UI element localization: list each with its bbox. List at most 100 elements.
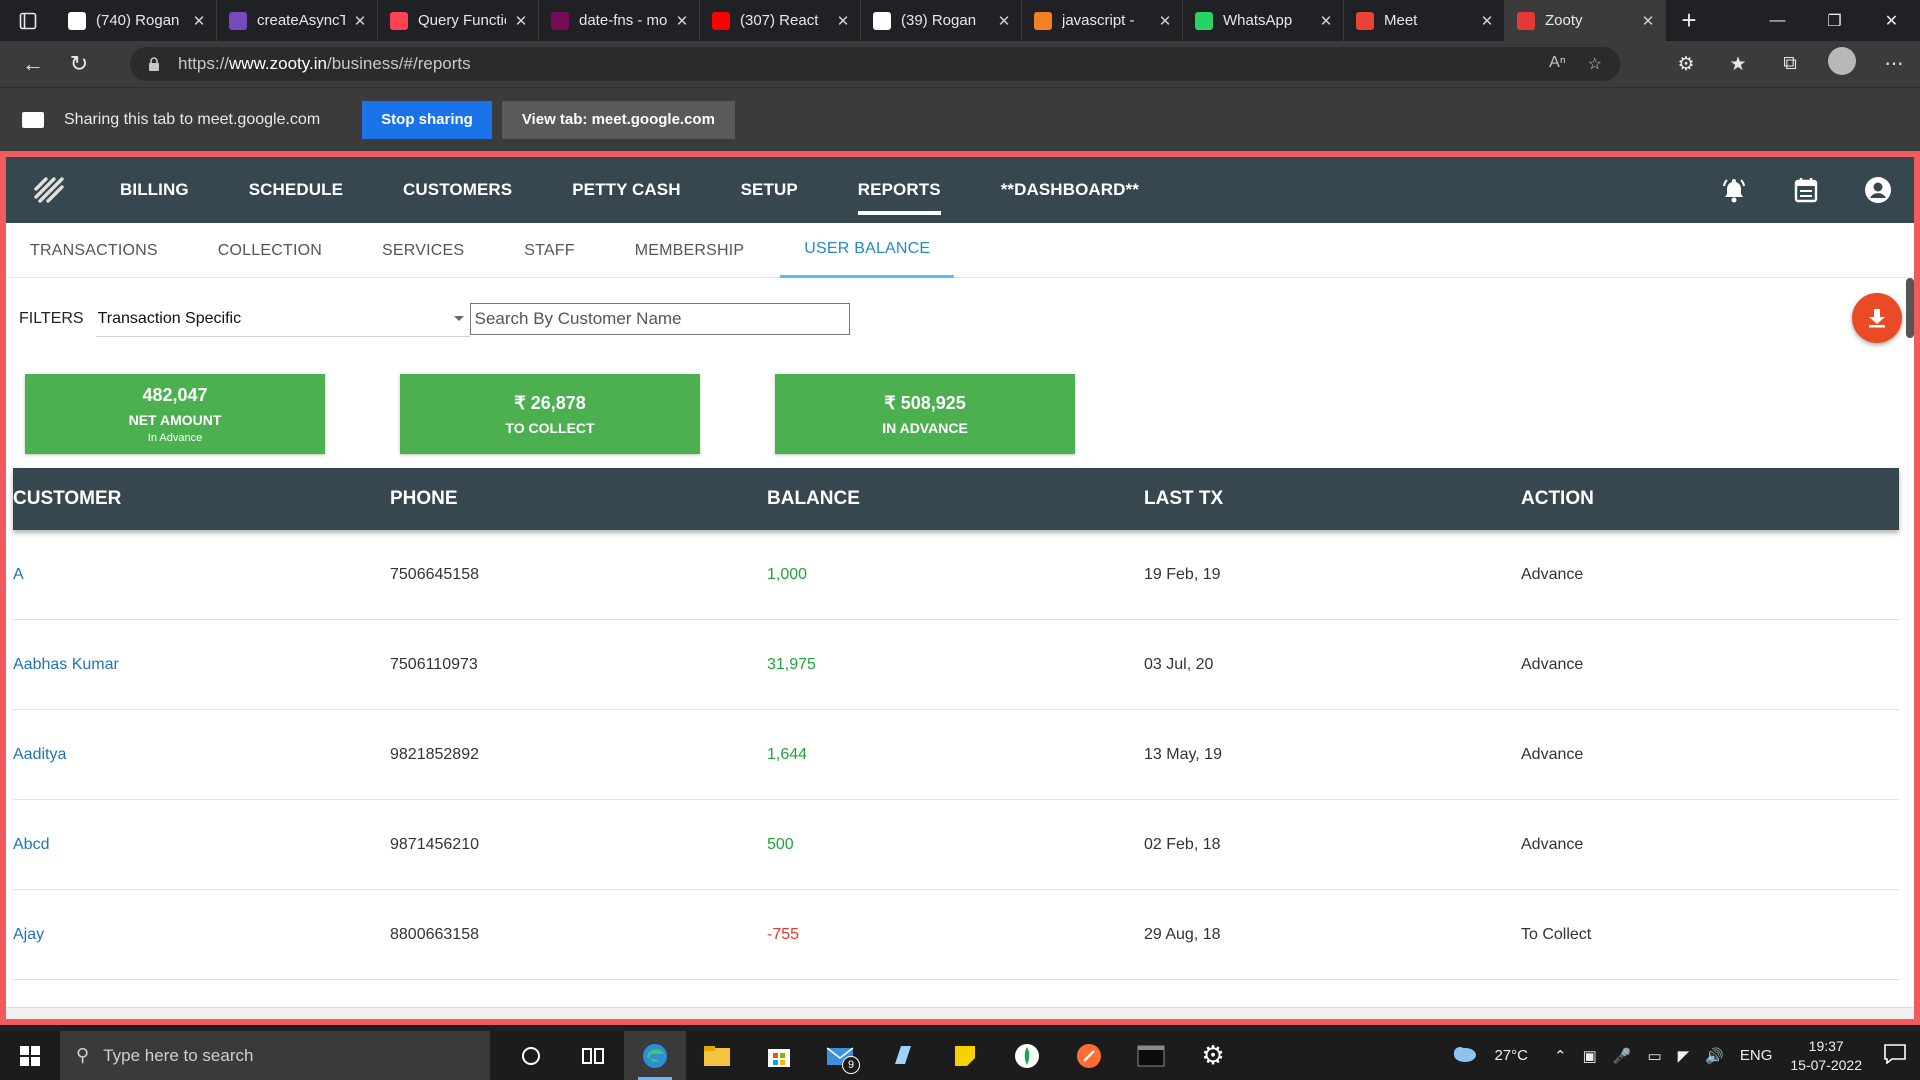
customer-balance: 1,644: [767, 745, 808, 763]
nav-item-reports[interactable]: REPORTS: [857, 157, 941, 223]
restore-button[interactable]: ❐: [1806, 0, 1863, 41]
close-tab-icon[interactable]: ✕: [1641, 12, 1655, 30]
profile-button[interactable]: [1816, 47, 1868, 81]
close-tab-icon[interactable]: ✕: [1319, 12, 1333, 30]
browser-tab[interactable]: WhatsApp ✕: [1183, 0, 1344, 41]
browser-tab[interactable]: Zooty ✕: [1505, 0, 1666, 41]
customer-name-link[interactable]: Aaditya: [13, 746, 390, 764]
microphone-icon[interactable]: 🎤: [1613, 1047, 1632, 1065]
tab-collection[interactable]: COLLECTION: [194, 223, 346, 278]
column-header-action[interactable]: ACTION: [1521, 488, 1898, 510]
notifications-bell-icon[interactable]: [1698, 176, 1770, 204]
new-tab-button[interactable]: +: [1666, 5, 1712, 36]
tab-membership[interactable]: MEMBERSHIP: [611, 223, 769, 278]
reload-button[interactable]: ↻: [56, 41, 102, 87]
nav-item-customers[interactable]: CUSTOMERS: [403, 157, 512, 223]
start-button[interactable]: [0, 1031, 60, 1080]
calendar-icon[interactable]: [1770, 177, 1842, 203]
ms-store-icon[interactable]: [748, 1031, 810, 1080]
column-header-customer[interactable]: CUSTOMER: [13, 488, 390, 510]
account-icon[interactable]: [1842, 176, 1914, 204]
notifications-icon[interactable]: [1884, 1043, 1906, 1068]
browser-tab-label: javascript -: [1062, 12, 1135, 29]
table-row: Aabhas Kumar 7506110973 31,975 03 Jul, 20 Ad…: [13, 620, 1899, 710]
vertical-scrollbar[interactable]: [1906, 278, 1914, 338]
tab-services[interactable]: SERVICES: [358, 223, 488, 278]
horizontal-scrollbar[interactable]: [6, 1007, 1914, 1019]
column-header-balance[interactable]: BALANCE: [767, 488, 1144, 510]
column-header-phone[interactable]: PHONE: [390, 488, 767, 510]
customer-search-input[interactable]: [469, 303, 850, 335]
wifi-icon[interactable]: ◤: [1678, 1047, 1690, 1065]
battery-icon[interactable]: ▭: [1647, 1047, 1661, 1065]
close-tab-icon[interactable]: ✕: [192, 12, 206, 30]
collections-icon[interactable]: ⧉: [1764, 53, 1816, 75]
table-row: Abcd 9871456210 500 02 Feb, 18 Advance: [13, 800, 1899, 890]
nav-item-billing[interactable]: BILLING: [120, 157, 189, 223]
tab-staff[interactable]: STAFF: [500, 223, 598, 278]
filter-type-select[interactable]: Transaction Specific: [95, 301, 470, 337]
show-hidden-icons-chevron-icon[interactable]: ⌃: [1554, 1047, 1567, 1065]
more-menu-icon[interactable]: ⋯: [1868, 53, 1920, 76]
add-favorite-icon[interactable]: ☆: [1588, 54, 1602, 74]
file-explorer-icon[interactable]: [686, 1031, 748, 1080]
tab-actions-button[interactable]: [0, 0, 56, 41]
taskbar-clock[interactable]: 19:37 15-07-2022: [1790, 1037, 1862, 1075]
close-tab-icon[interactable]: ✕: [997, 12, 1011, 30]
read-aloud-icon[interactable]: Aⁿ: [1549, 54, 1566, 74]
mail-icon[interactable]: 9: [810, 1031, 872, 1080]
nav-item-schedule[interactable]: SCHEDULE: [249, 157, 343, 223]
browser-tab[interactable]: Query Functions ✕: [378, 0, 539, 41]
cortana-icon[interactable]: [500, 1031, 562, 1080]
close-tab-icon[interactable]: ✕: [836, 12, 850, 30]
tab-transactions[interactable]: TRANSACTIONS: [6, 223, 182, 278]
customer-name-link[interactable]: Ajay: [13, 926, 390, 944]
weather-cloud-icon[interactable]: [1450, 1044, 1478, 1068]
postman-icon[interactable]: [1058, 1031, 1120, 1080]
browser-tab[interactable]: date-fns - modern ✕: [539, 0, 700, 41]
favorites-icon[interactable]: ★: [1712, 53, 1764, 76]
customer-name-link[interactable]: Aabhas Kumar: [13, 656, 390, 674]
stop-sharing-button[interactable]: Stop sharing: [362, 100, 492, 139]
view-tab-button[interactable]: View tab: meet.google.com: [501, 100, 735, 139]
summary-card: 482,047 NET AMOUNT In Advance: [25, 374, 325, 454]
download-button[interactable]: [1852, 293, 1902, 343]
back-button[interactable]: ←: [10, 41, 56, 87]
close-tab-icon[interactable]: ✕: [675, 12, 689, 30]
language-indicator[interactable]: ENG: [1740, 1047, 1773, 1064]
taskbar-search[interactable]: ⚲ Type here to search: [60, 1031, 490, 1080]
browser-tab[interactable]: Meet ✕: [1344, 0, 1505, 41]
edge-browser-icon[interactable]: [624, 1031, 686, 1080]
close-tab-icon[interactable]: ✕: [1480, 12, 1494, 30]
mongodb-compass-icon[interactable]: [996, 1031, 1058, 1080]
sticky-notes-icon[interactable]: [934, 1031, 996, 1080]
extensions-icon[interactable]: ⚙: [1660, 53, 1712, 76]
report-subtabs: TRANSACTIONS COLLECTION SERVICES STAFF MEMBE…: [6, 223, 1914, 278]
weather-temperature[interactable]: 27°C: [1494, 1047, 1528, 1064]
task-view-icon[interactable]: [562, 1031, 624, 1080]
nav-item-setup[interactable]: SETUP: [741, 157, 798, 223]
volume-icon[interactable]: 🔊: [1705, 1047, 1724, 1065]
browser-tab[interactable]: (39) Rogan ✕: [861, 0, 1022, 41]
browser-tab[interactable]: createAsyncThunk ✕: [217, 0, 378, 41]
nav-item-dashboard[interactable]: **DASHBOARD**: [1001, 157, 1139, 223]
meet-now-icon[interactable]: ▣: [1583, 1047, 1597, 1065]
zooty-logo-icon[interactable]: [6, 157, 92, 223]
customer-name-link[interactable]: Abcd: [13, 836, 390, 854]
terminal-icon[interactable]: [1120, 1031, 1182, 1080]
close-tab-icon[interactable]: ✕: [1158, 12, 1172, 30]
notes-app-icon[interactable]: [872, 1031, 934, 1080]
column-header-last-tx[interactable]: LAST TX: [1144, 488, 1521, 510]
tab-user-balance[interactable]: USER BALANCE: [780, 223, 955, 278]
url-field[interactable]: https://www.zooty.in/business/#/reports …: [130, 47, 1620, 81]
minimize-button[interactable]: —: [1749, 0, 1806, 41]
close-window-button[interactable]: ✕: [1863, 0, 1920, 41]
browser-tab[interactable]: (307) React ✕: [700, 0, 861, 41]
customer-name-link[interactable]: A: [13, 566, 390, 584]
browser-tab[interactable]: javascript - ✕: [1022, 0, 1183, 41]
close-tab-icon[interactable]: ✕: [353, 12, 367, 30]
nav-item-petty-cash[interactable]: PETTY CASH: [572, 157, 680, 223]
settings-gear-icon[interactable]: ⚙: [1182, 1031, 1244, 1080]
browser-tab[interactable]: (740) Rogan ✕: [56, 0, 217, 41]
close-tab-icon[interactable]: ✕: [514, 12, 528, 30]
